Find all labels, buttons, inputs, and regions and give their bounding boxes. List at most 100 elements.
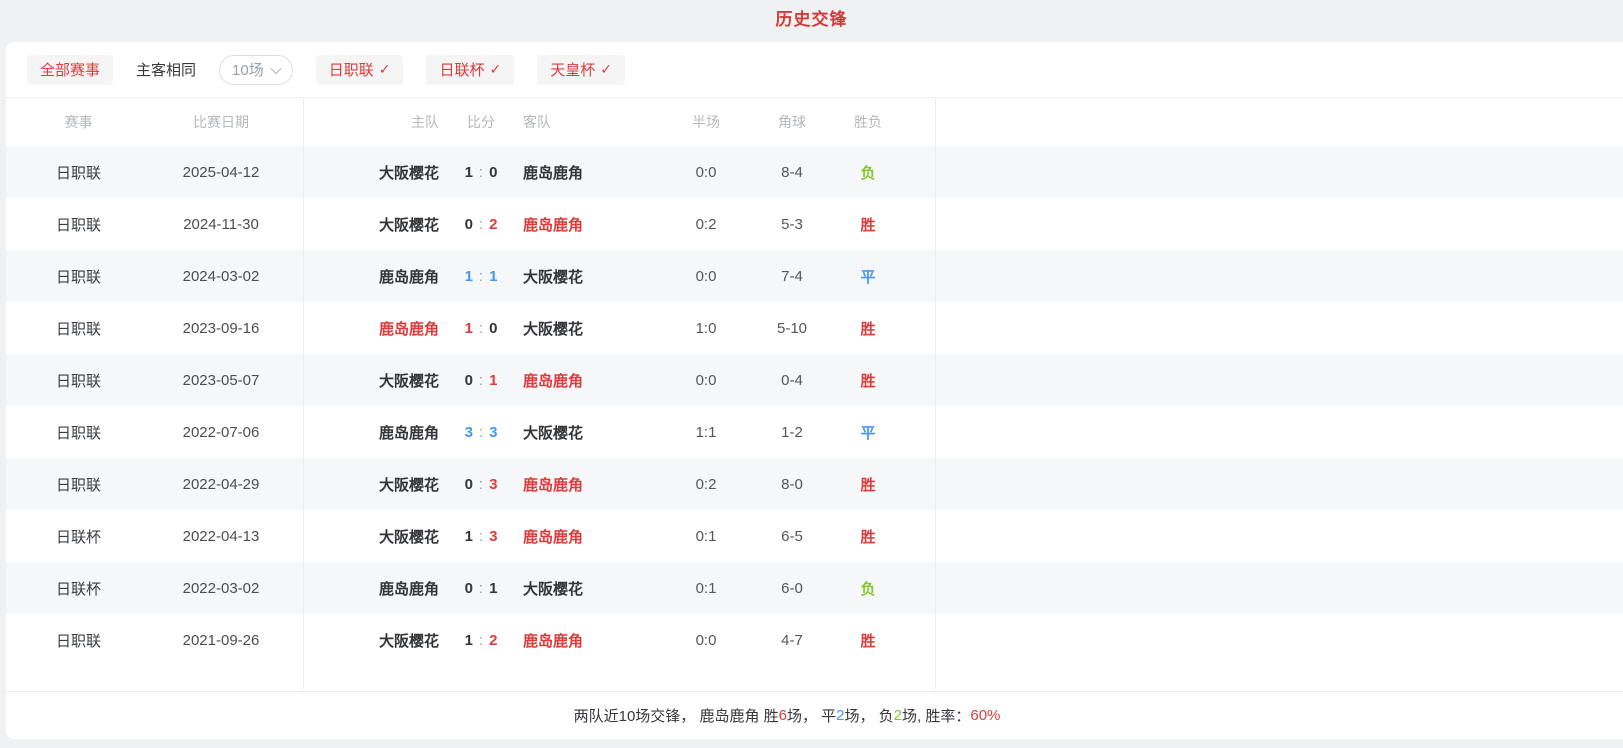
table-row: 日职联 2024-03-02 鹿岛鹿角 1:1 大阪樱花 0:0 7-4 平 — [6, 250, 1623, 302]
filter-same-venue-button[interactable]: 主客相同 — [136, 59, 196, 80]
date-cell: 2024-11-30 — [151, 216, 291, 233]
home-team: 鹿岛鹿角 — [291, 266, 441, 287]
filter-all-matches-button[interactable]: 全部赛事 — [27, 55, 113, 85]
filter-bar: 全部赛事 主客相同 10场 日职联 ✓ 日联杯 ✓ 天皇杯 ✓ — [6, 42, 1623, 98]
result-badge: 胜 — [828, 630, 908, 651]
result-badge: 胜 — [828, 370, 908, 391]
score-separator: : — [479, 424, 483, 441]
half-time-cell: 0:0 — [656, 268, 756, 285]
away-team: 鹿岛鹿角 — [521, 526, 656, 547]
away-team: 鹿岛鹿角 — [521, 630, 656, 651]
home-score: 1 — [465, 528, 473, 545]
date-cell: 2021-09-26 — [151, 632, 291, 649]
check-icon: ✓ — [600, 61, 612, 78]
half-time-cell: 1:0 — [656, 320, 756, 337]
score-cell: 1:0 — [441, 164, 521, 181]
filter-league-j1-button[interactable]: 日职联 ✓ — [316, 55, 404, 85]
half-time-cell: 0:0 — [656, 632, 756, 649]
league-cell: 日职联 — [6, 162, 151, 183]
table-row: 日联杯 2022-04-13 大阪樱花 1:3 鹿岛鹿角 0:1 6-5 胜 — [6, 510, 1623, 562]
home-score: 1 — [465, 632, 473, 649]
corners-cell: 6-0 — [756, 580, 828, 597]
corners-cell: 8-0 — [756, 476, 828, 493]
away-team: 鹿岛鹿角 — [521, 214, 656, 235]
check-icon: ✓ — [379, 61, 391, 78]
away-team: 大阪樱花 — [521, 266, 656, 287]
home-score: 0 — [465, 580, 473, 597]
league-cell: 日职联 — [6, 630, 151, 651]
home-score: 1 — [465, 268, 473, 285]
corners-cell: 1-2 — [756, 424, 828, 441]
score-cell: 0:1 — [441, 372, 521, 389]
score-separator: : — [479, 372, 483, 389]
half-time-cell: 0:2 — [656, 476, 756, 493]
home-team: 鹿岛鹿角 — [291, 422, 441, 443]
home-team: 大阪樱花 — [291, 474, 441, 495]
score-cell: 1:2 — [441, 632, 521, 649]
away-team: 鹿岛鹿角 — [521, 162, 656, 183]
summary-text: 场， 平 — [787, 705, 836, 726]
header-away: 客队 — [521, 112, 656, 132]
column-divider — [935, 98, 936, 691]
league-cell: 日职联 — [6, 422, 151, 443]
date-cell: 2023-09-16 — [151, 320, 291, 337]
away-team: 鹿岛鹿角 — [521, 474, 656, 495]
away-score: 1 — [489, 580, 497, 597]
table-row: 日联杯 2022-03-02 鹿岛鹿角 0:1 大阪樱花 0:1 6-0 负 — [6, 562, 1623, 614]
home-team: 大阪樱花 — [291, 370, 441, 391]
score-cell: 0:1 — [441, 580, 521, 597]
score-separator: : — [479, 320, 483, 337]
filter-league-cup-button[interactable]: 日联杯 ✓ — [426, 55, 514, 85]
score-separator: : — [479, 632, 483, 649]
score-cell: 0:3 — [441, 476, 521, 493]
score-separator: : — [479, 580, 483, 597]
league-cell: 日职联 — [6, 474, 151, 495]
summary-bar: 两队近10场交锋， 鹿岛鹿角 胜 6 场， 平 2 场， 负 2 场, 胜率： … — [6, 691, 1623, 739]
away-score: 2 — [489, 216, 497, 233]
date-cell: 2022-03-02 — [151, 580, 291, 597]
match-table: 日职联 2025-04-12 大阪樱花 1:0 鹿岛鹿角 0:0 8-4 负 日… — [6, 146, 1623, 666]
column-divider — [303, 98, 304, 691]
home-score: 1 — [465, 164, 473, 181]
result-badge: 胜 — [828, 318, 908, 339]
score-cell: 1:0 — [441, 320, 521, 337]
table-row: 日职联 2024-11-30 大阪樱花 0:2 鹿岛鹿角 0:2 5-3 胜 — [6, 198, 1623, 250]
home-score: 0 — [465, 372, 473, 389]
header-home: 主队 — [291, 112, 441, 132]
table-row: 日职联 2022-04-29 大阪樱花 0:3 鹿岛鹿角 0:2 8-0 胜 — [6, 458, 1623, 510]
summary-text: 场, 胜率： — [902, 705, 970, 726]
corners-cell: 5-3 — [756, 216, 828, 233]
league-cell: 日联杯 — [6, 526, 151, 547]
away-team: 大阪樱花 — [521, 578, 656, 599]
chevron-down-icon — [270, 62, 281, 73]
score-separator: : — [479, 216, 483, 233]
half-time-cell: 0:0 — [656, 164, 756, 181]
home-team: 鹿岛鹿角 — [291, 578, 441, 599]
filter-league-cup-label: 日联杯 — [439, 59, 484, 80]
filter-emperor-cup-button[interactable]: 天皇杯 ✓ — [537, 55, 625, 85]
home-score: 1 — [465, 320, 473, 337]
match-count-select[interactable]: 10场 — [219, 55, 293, 85]
half-time-cell: 1:1 — [656, 424, 756, 441]
table-row: 日职联 2025-04-12 大阪樱花 1:0 鹿岛鹿角 0:0 8-4 负 — [6, 146, 1623, 198]
home-team: 大阪樱花 — [291, 214, 441, 235]
filter-same-venue-label: 主客相同 — [136, 62, 196, 79]
check-icon: ✓ — [489, 61, 501, 78]
date-cell: 2025-04-12 — [151, 164, 291, 181]
filter-league-j1-label: 日职联 — [329, 59, 374, 80]
away-score: 1 — [489, 268, 497, 285]
league-cell: 日职联 — [6, 266, 151, 287]
away-team: 鹿岛鹿角 — [521, 370, 656, 391]
away-score: 3 — [489, 528, 497, 545]
filter-emperor-cup-label: 天皇杯 — [550, 59, 595, 80]
summary-win-rate: 60% — [970, 707, 1000, 724]
league-cell: 日职联 — [6, 214, 151, 235]
league-cell: 日职联 — [6, 370, 151, 391]
header-score: 比分 — [441, 112, 521, 132]
away-team: 大阪樱花 — [521, 318, 656, 339]
corners-cell: 8-4 — [756, 164, 828, 181]
away-score: 3 — [489, 476, 497, 493]
corners-cell: 0-4 — [756, 372, 828, 389]
header-date: 比赛日期 — [151, 112, 291, 132]
table-row: 日职联 2023-05-07 大阪樱花 0:1 鹿岛鹿角 0:0 0-4 胜 — [6, 354, 1623, 406]
